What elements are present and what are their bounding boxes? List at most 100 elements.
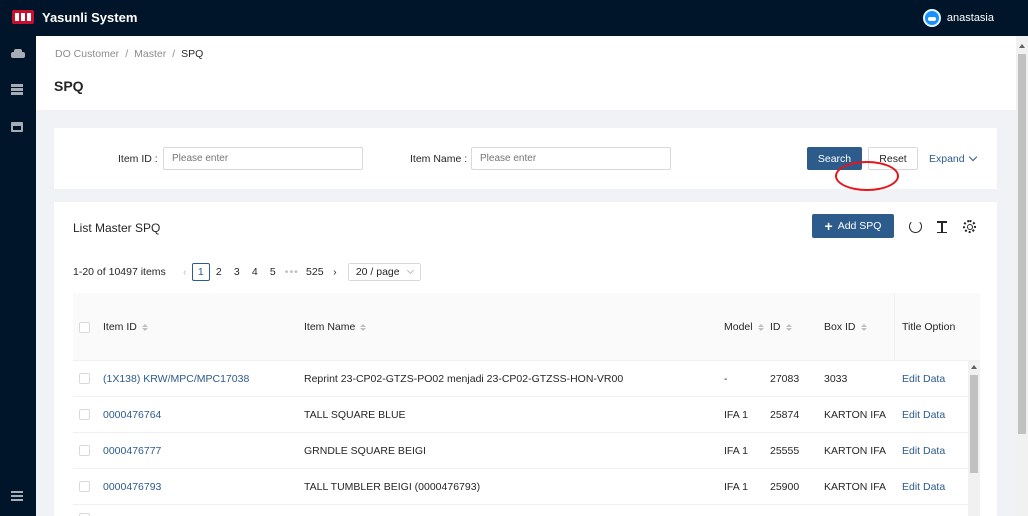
next-page-icon[interactable]: › [328,266,342,278]
page-header: DO Customer / Master / SPQ SPQ [36,36,1016,110]
box-id-cell: KARTON IFA [824,445,887,457]
reload-icon[interactable] [909,220,922,233]
select-all-checkbox[interactable] [79,322,90,333]
table-row [73,505,980,516]
user-avatar-icon [922,9,941,27]
calendar-icon[interactable] [11,122,25,134]
plus-icon: + [824,218,833,234]
page-5[interactable]: 5 [264,263,282,281]
user-menu[interactable]: anastasia [922,9,994,27]
sort-icon [860,323,867,331]
edit-data-link[interactable]: Edit Data [902,373,945,385]
table-row: 0000476777 GRNDLE SQUARE BEIGI IFA 1 255… [73,433,980,469]
chevron-down-icon [406,266,414,275]
sort-icon [141,323,148,331]
column-box-id[interactable]: Box ID [824,321,867,333]
app-logo [12,10,34,24]
column-height-icon[interactable] [936,220,949,233]
item-name-input[interactable] [471,147,671,170]
edit-data-link[interactable]: Edit Data [902,445,945,457]
car-icon[interactable] [11,49,25,61]
chevron-down-icon [968,152,977,162]
breadcrumb-item-master[interactable]: Master [134,48,166,60]
id-cell: 25900 [770,481,800,493]
sort-icon [785,323,792,331]
add-spq-button[interactable]: + Add SPQ [812,214,894,238]
setting-icon[interactable] [963,220,976,233]
spq-table: Item ID Item Name Model ID Box ID Title … [73,293,980,516]
table-row: 0000476764 TALL SQUARE BLUE IFA 1 25874 … [73,397,980,433]
breadcrumb-item-do-customer[interactable]: DO Customer [55,48,119,60]
model-cell: - [724,373,728,385]
row-checkbox[interactable] [79,409,90,420]
item-name-cell: Reprint 23-CP02-GTZS-PO02 menjadi 23-CP0… [304,373,624,385]
expand-label: Expand [929,153,965,165]
list-panel: List Master SPQ + Add SPQ 1-20 of 10497 … [54,202,997,516]
breadcrumb-item-spq: SPQ [181,48,204,60]
column-item-id[interactable]: Item ID [103,321,148,333]
page-4[interactable]: 4 [246,263,264,281]
edit-data-link[interactable]: Edit Data [902,481,945,493]
item-name-label: Item Name : [410,153,468,165]
breadcrumb-separator: / [125,48,129,60]
box-id-cell: KARTON IFA [824,481,887,493]
page-last[interactable]: 525 [302,263,328,281]
expand-toggle[interactable]: Expand [929,152,977,165]
model-cell: IFA 1 [724,481,748,493]
edit-data-link[interactable]: Edit Data [902,409,945,421]
table-scrollbar[interactable] [968,361,980,516]
sort-icon [757,323,764,331]
column-item-name[interactable]: Item Name [304,321,367,333]
item-id-link[interactable]: (1X138) KRW/MPC/MPC17038 [103,373,249,385]
scroll-up-icon[interactable] [1019,44,1025,48]
page-ellipsis[interactable]: ••• [282,266,302,278]
page-3[interactable]: 3 [228,263,246,281]
page-1[interactable]: 1 [191,263,210,281]
id-cell: 25555 [770,445,800,457]
database-icon[interactable] [11,84,25,96]
pagination-total: 1-20 of 10497 items [73,266,166,278]
table-header: Item ID Item Name Model ID Box ID Title … [73,293,980,361]
box-id-cell: KARTON IFA [824,409,887,421]
breadcrumb-separator: / [172,48,176,60]
id-cell: 27083 [770,373,800,385]
item-id-input[interactable] [163,147,363,170]
row-checkbox[interactable] [79,373,90,384]
row-checkbox[interactable] [79,481,90,492]
table-row: 0000476793 TALL TUMBLER BEIGI (000047679… [73,469,980,505]
column-title-option: Title Option [902,321,956,333]
page-size-select[interactable]: 20 / page [347,263,421,281]
scroll-up-icon[interactable] [971,365,977,369]
app-title: Yasunli System [42,10,138,25]
annotation-circle [835,161,899,191]
column-divider [894,293,895,361]
add-spq-label: Add SPQ [837,220,882,232]
column-id[interactable]: ID [770,321,792,333]
item-name-cell: TALL TUMBLER BEIGI (0000476793) [304,481,481,493]
scroll-thumb[interactable] [1018,54,1026,434]
prev-page-icon[interactable]: ‹ [178,266,192,278]
page-scrollbar[interactable] [1016,36,1028,516]
breadcrumb: DO Customer / Master / SPQ [55,48,203,60]
box-id-cell: 3033 [824,373,848,385]
item-id-link[interactable]: 0000476777 [103,445,161,457]
scroll-thumb[interactable] [970,375,978,473]
item-id-link[interactable]: 0000476764 [103,409,161,421]
model-cell: IFA 1 [724,445,748,457]
id-cell: 25874 [770,409,800,421]
item-id-label: Item ID : [118,153,158,165]
item-id-link[interactable]: 0000476793 [103,481,161,493]
list-title: List Master SPQ [73,221,161,235]
page-size-value: 20 / page [355,266,400,278]
sort-icon [360,323,367,331]
item-name-cell: TALL SQUARE BLUE [304,409,406,421]
pagination: 1-20 of 10497 items ‹ 1 2 3 4 5 ••• 525 … [73,263,421,281]
page-title: SPQ [54,78,84,94]
menu-fold-icon[interactable] [11,491,25,503]
row-checkbox[interactable] [79,445,90,456]
model-cell: IFA 1 [724,409,748,421]
user-name: anastasia [946,12,994,24]
column-model[interactable]: Model [724,321,764,333]
page-2[interactable]: 2 [210,263,228,281]
sidebar [0,36,36,516]
